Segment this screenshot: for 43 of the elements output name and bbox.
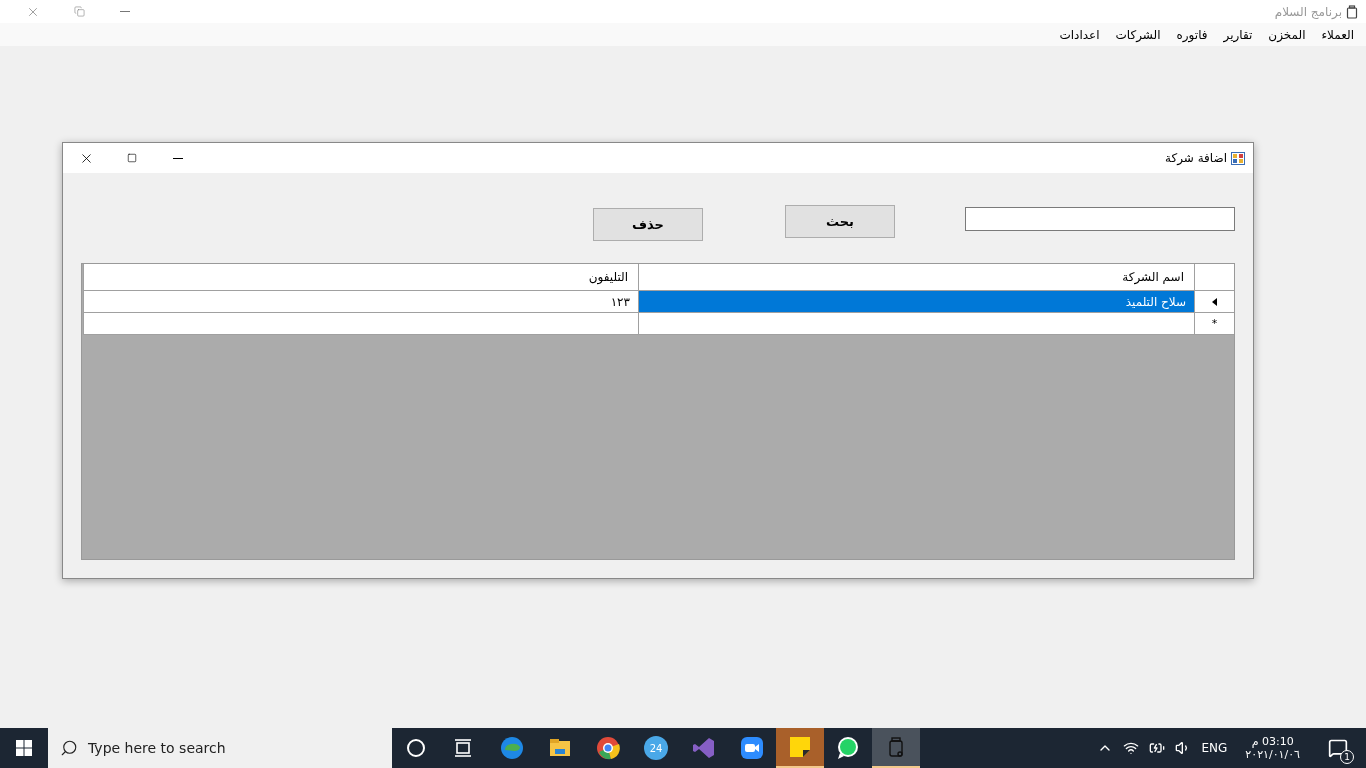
vs-icon: [691, 735, 717, 761]
wifi-icon[interactable]: [1123, 740, 1140, 756]
table-cell[interactable]: ١٢٣: [83, 291, 638, 313]
sticky-icon: [787, 734, 813, 760]
current-row-icon: [1212, 297, 1217, 306]
menu-item[interactable]: فاتوره: [1168, 25, 1216, 44]
whatsapp-icon: [835, 735, 861, 761]
taskbar-search-field[interactable]: Type here to search: [48, 728, 392, 768]
table-cell[interactable]: [83, 313, 638, 335]
table-cell[interactable]: [638, 313, 1194, 335]
zoom-icon: [739, 735, 765, 761]
delete-button[interactable]: حذف: [593, 208, 703, 241]
new-row-marker: *: [1194, 313, 1234, 335]
maximize-icon: [127, 153, 137, 163]
menu-item[interactable]: الشركات: [1107, 25, 1169, 44]
taskbar-app-button[interactable]: [872, 728, 920, 768]
minimize-icon: [173, 157, 183, 159]
form-icon: [1231, 151, 1245, 165]
clock[interactable]: 03:10 م ٢٠٢١/٠١/٠٦: [1245, 735, 1300, 761]
notification-count: 1: [1340, 750, 1354, 764]
chrome-icon: [595, 735, 621, 761]
search-field[interactable]: [965, 207, 1235, 231]
calendar-icon: 24: [644, 736, 668, 760]
window-title: برنامج السلام: [1274, 4, 1342, 19]
edge-icon: [499, 735, 525, 761]
minimize-icon: [120, 11, 130, 12]
dialog-title: اضافة شركة: [1165, 151, 1227, 165]
menu-item[interactable]: المخزن: [1260, 25, 1314, 44]
menu-item[interactable]: العملاء: [1313, 25, 1362, 44]
table-cell[interactable]: سلاح التلميذ: [638, 291, 1194, 313]
menu-item[interactable]: اعدادات: [1051, 25, 1108, 44]
battery-icon[interactable]: [1149, 740, 1166, 756]
search-button[interactable]: بحث: [785, 205, 895, 238]
row-header[interactable]: [1194, 291, 1234, 313]
language-indicator[interactable]: ENG: [1201, 741, 1228, 755]
notifications-icon[interactable]: [1328, 738, 1348, 758]
restore-icon: [73, 6, 85, 17]
search-icon: [60, 739, 78, 757]
app-icon: [1346, 4, 1358, 19]
column-header[interactable]: التليفون: [83, 264, 638, 291]
column-header[interactable]: اسم الشركة: [638, 264, 1194, 291]
menu-item[interactable]: تقارير: [1215, 25, 1261, 44]
windows-icon: [16, 740, 32, 756]
